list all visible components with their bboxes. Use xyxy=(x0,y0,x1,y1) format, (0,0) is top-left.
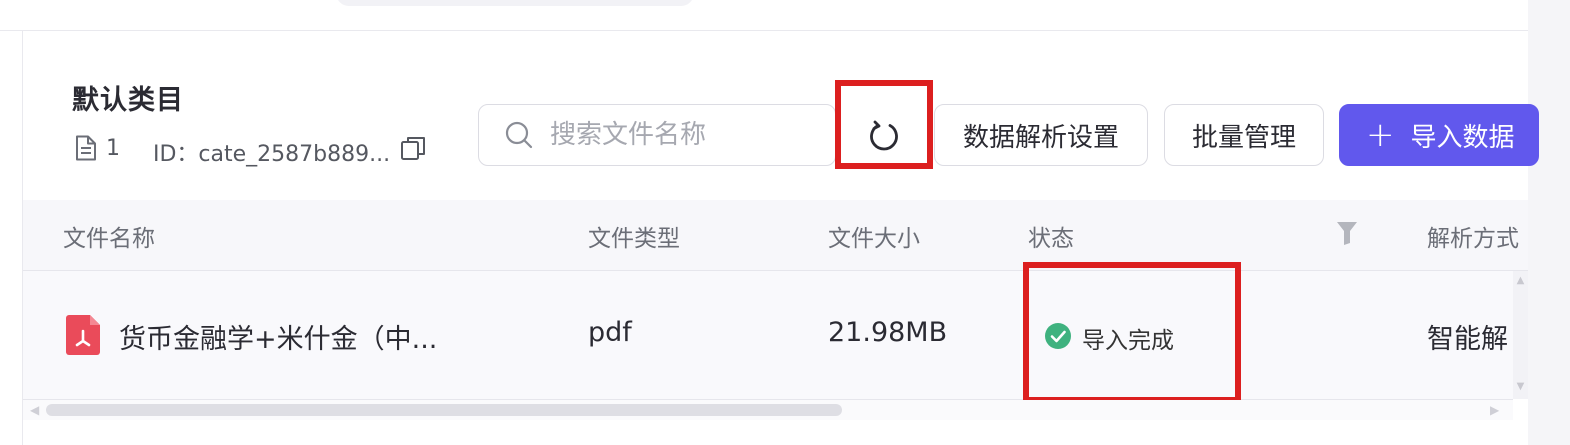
scroll-right-arrow-icon[interactable]: ▶ xyxy=(1490,403,1499,417)
parse-settings-button[interactable]: 数据解析设置 xyxy=(934,104,1148,166)
column-header-file-type: 文件类型 xyxy=(588,226,680,252)
import-data-label: 导入数据 xyxy=(1410,122,1515,153)
search-input[interactable] xyxy=(550,112,820,158)
file-count: 1 xyxy=(106,136,120,161)
parse-settings-label: 数据解析设置 xyxy=(962,122,1119,153)
plus-icon: + xyxy=(1366,115,1395,155)
filter-icon[interactable] xyxy=(1336,220,1358,246)
status-cell: 导入完成 xyxy=(1082,328,1174,354)
top-search-pill[interactable] xyxy=(336,0,694,6)
check-circle-icon xyxy=(1045,323,1071,349)
column-header-status: 状态 xyxy=(1028,226,1074,252)
scroll-left-arrow-icon[interactable]: ◀ xyxy=(30,403,39,417)
category-id: ID：cate_2587b889... xyxy=(153,142,391,167)
document-icon xyxy=(76,135,96,161)
top-bar xyxy=(0,0,1528,31)
vertical-scrollbar[interactable] xyxy=(1513,271,1528,399)
parse-method-cell: 智能解 xyxy=(1427,324,1508,355)
scroll-up-arrow-icon[interactable]: ▲ xyxy=(1513,276,1528,286)
copy-icon[interactable] xyxy=(400,135,426,161)
column-header-file-name: 文件名称 xyxy=(63,226,155,252)
search-icon xyxy=(505,121,533,149)
file-type-cell: pdf xyxy=(588,317,632,348)
pdf-file-icon xyxy=(66,315,100,355)
file-size-cell: 21.98MB xyxy=(828,317,948,348)
table-header xyxy=(23,200,1528,271)
right-rail xyxy=(1528,0,1570,445)
app-root: 默认类目 1 ID：cate_2587b889... 数据解析设置 批量管理 +… xyxy=(0,0,1570,445)
column-header-parse-method: 解析方式 xyxy=(1427,226,1519,252)
scroll-down-arrow-icon[interactable]: ▼ xyxy=(1513,382,1528,392)
category-title: 默认类目 xyxy=(72,85,184,116)
horizontal-scrollbar-thumb[interactable] xyxy=(46,404,842,416)
file-name-cell[interactable]: 货币金融学+米什金（中... xyxy=(119,317,437,356)
column-header-file-size: 文件大小 xyxy=(828,226,920,252)
import-data-button[interactable]: + 导入数据 xyxy=(1339,104,1539,166)
batch-manage-label: 批量管理 xyxy=(1191,122,1296,153)
refresh-icon[interactable] xyxy=(866,118,902,154)
batch-manage-button[interactable]: 批量管理 xyxy=(1164,104,1324,166)
